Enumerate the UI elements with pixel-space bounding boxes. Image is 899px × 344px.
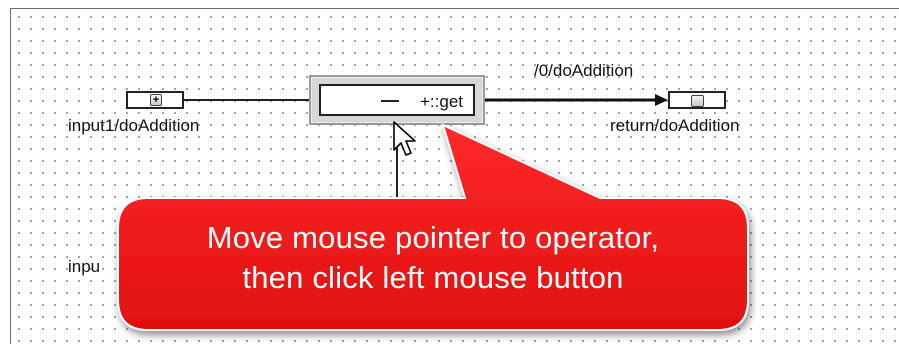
callout-text: Move mouse pointer to operator, then cli… (118, 218, 748, 298)
callout-line-1: Move mouse pointer to operator, (206, 220, 660, 255)
callout-line-2: then click left mouse button (242, 260, 624, 295)
mouse-pointer-icon (393, 121, 416, 156)
